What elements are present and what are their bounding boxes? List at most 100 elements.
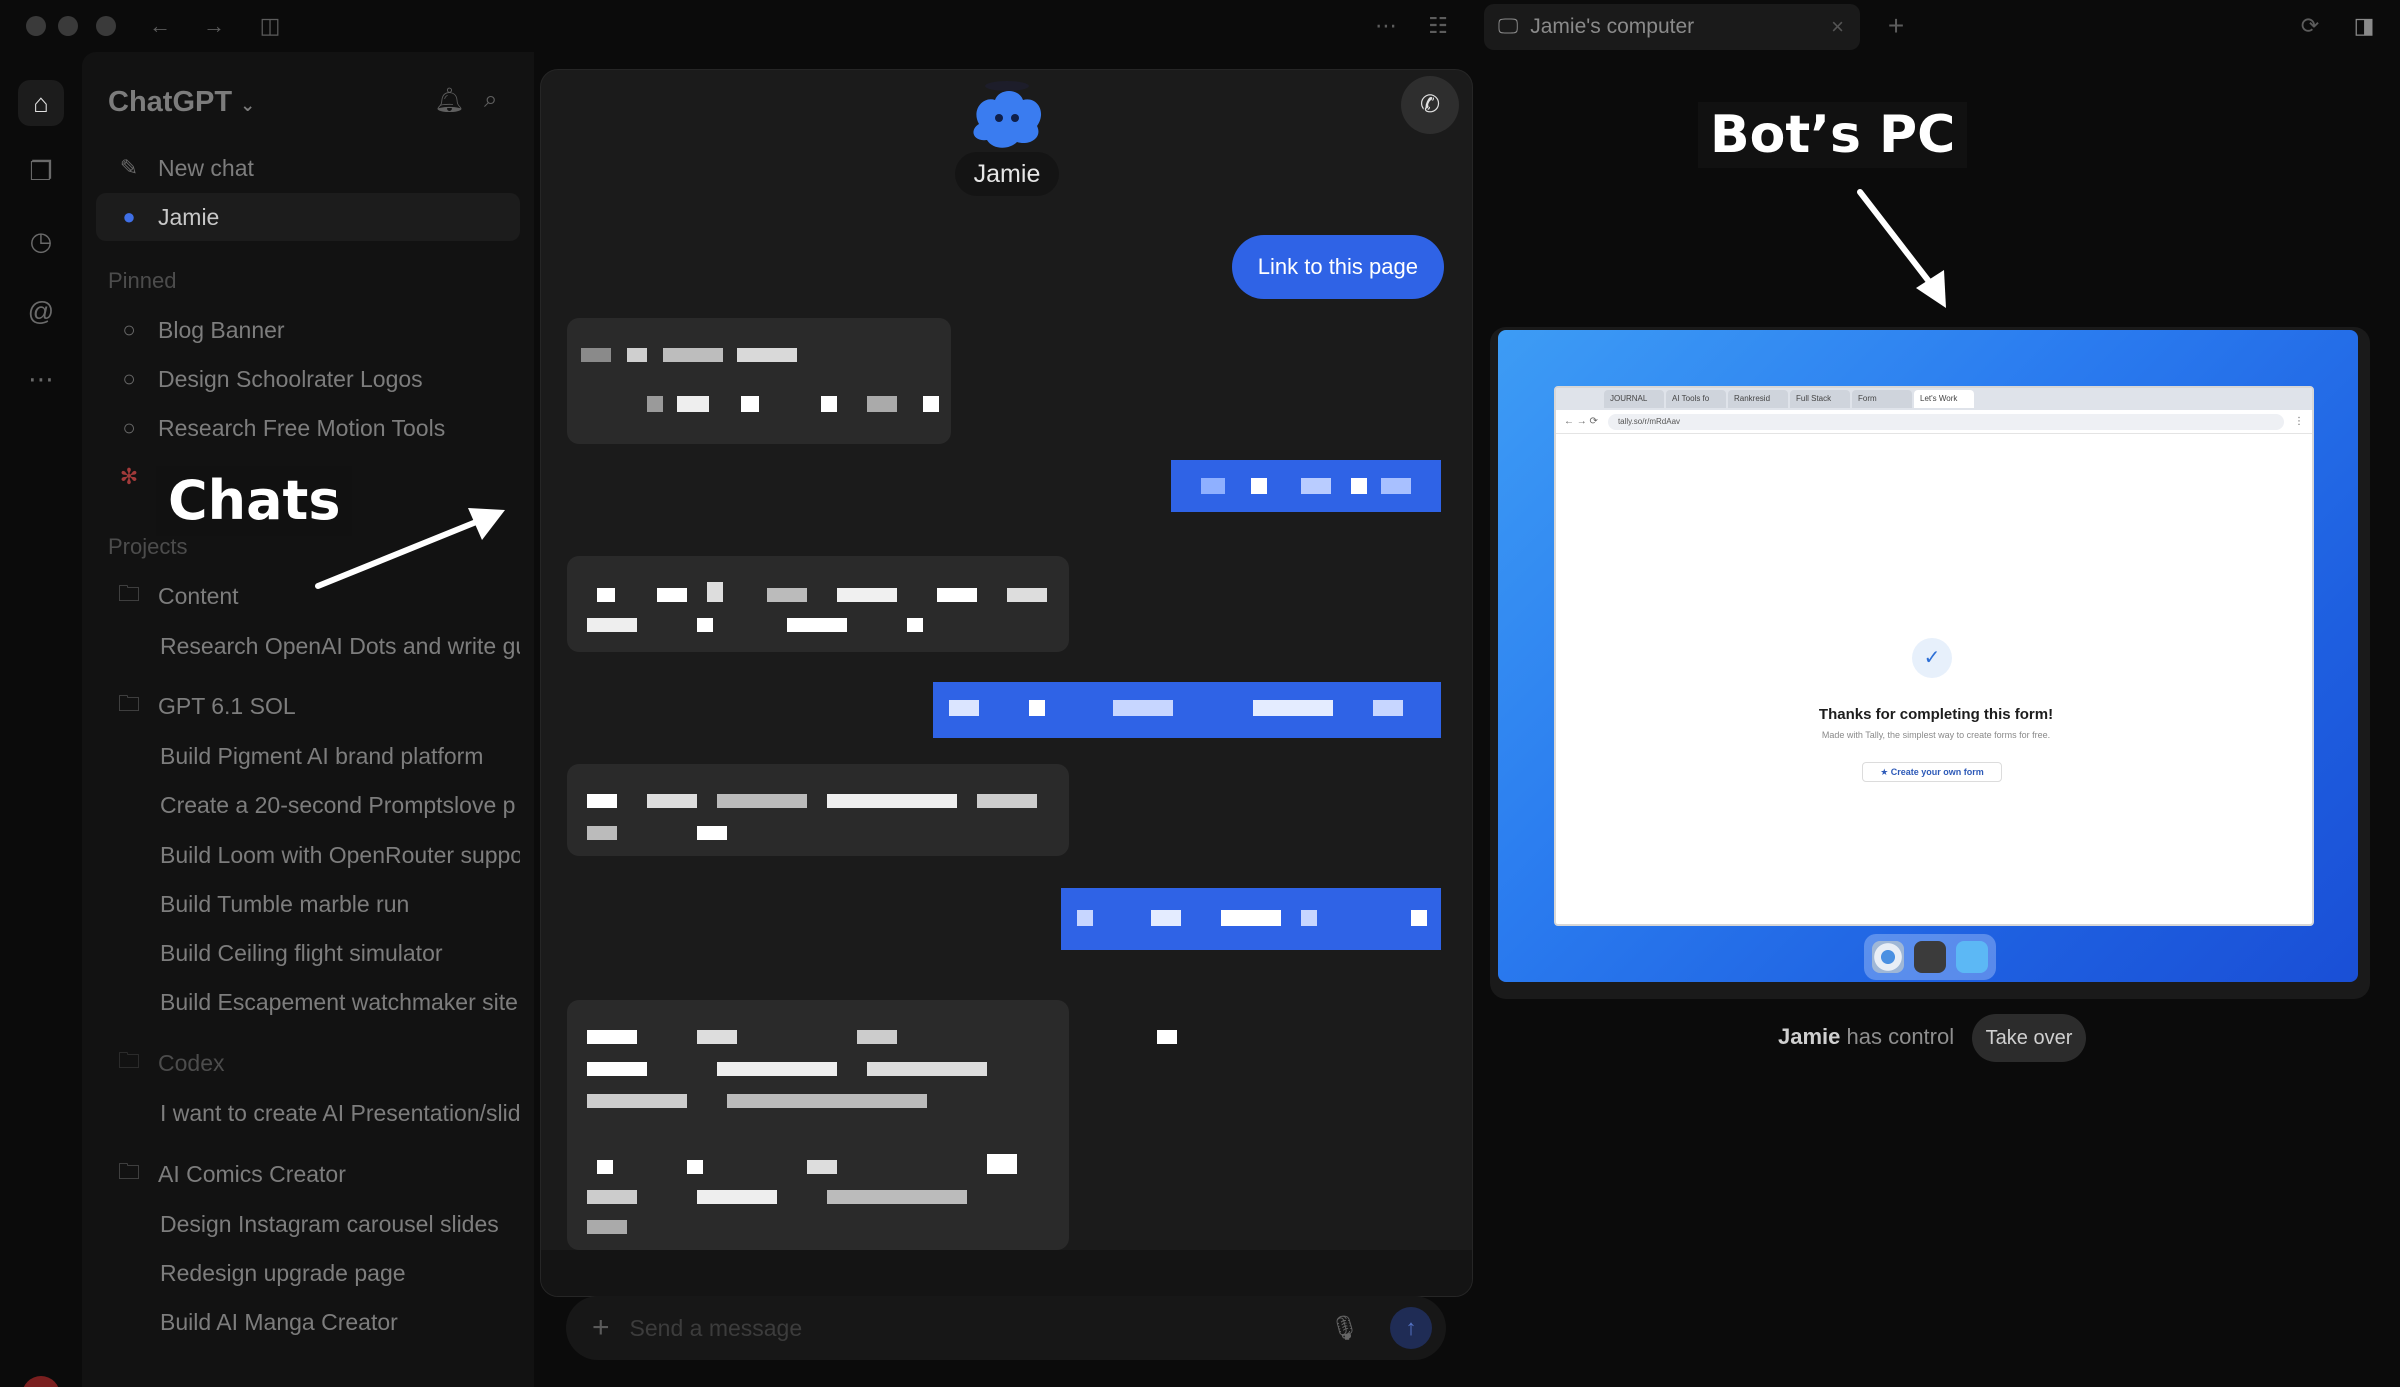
browser-address-bar: ← → ⟳ tally.so/r/mRdAav ⋮ [1556, 410, 2312, 434]
library-icon[interactable]: ❐ [18, 148, 64, 194]
project-chat-item[interactable]: Build Pigment AI brand platform [96, 732, 520, 780]
chat-label: Research OpenAI Dots and write gu [160, 632, 520, 659]
monitor-icon: 🖵 [1498, 15, 1519, 38]
chat-label: Create a 20-second Promptslove p [160, 791, 516, 818]
history-icon[interactable]: ◷ [18, 218, 64, 264]
browser-tab[interactable]: JOURNAL [1604, 390, 1664, 408]
folder-icon: 🗀 [117, 1048, 140, 1073]
pinned-item[interactable]: ○ Design Schoolrater Logos [96, 355, 520, 403]
chat-item-current[interactable]: ● Jamie [96, 193, 520, 241]
browser-tab-active[interactable]: Let's Work [1914, 390, 1974, 408]
folder-icon: 🗀 [117, 691, 140, 716]
message-input[interactable]: Send a message [630, 1315, 1330, 1342]
project-chat-item[interactable]: Build Ceiling flight simulator [96, 929, 520, 977]
project-chat-item[interactable]: Research OpenAI Dots and write gu [96, 622, 520, 670]
new-tab-icon[interactable]: + [1882, 12, 1910, 40]
pinned-item[interactable]: ○ Blog Banner [96, 306, 520, 354]
plus-icon[interactable]: + [592, 1311, 610, 1345]
refresh-icon[interactable]: ⟳ [2296, 12, 2324, 40]
chrome-icon[interactable] [1872, 941, 1904, 973]
project-chat-item[interactable]: Design Instagram carousel slides [96, 1200, 520, 1248]
pinned-item[interactable]: ○ Research Free Motion Tools [96, 404, 520, 452]
files-icon[interactable] [1956, 941, 1988, 973]
chat-label: Build Ceiling flight simulator [160, 939, 443, 966]
project-folder[interactable]: 🗀 GPT 6.1 SOL [96, 682, 520, 730]
user-avatar[interactable]: KW [22, 1376, 60, 1387]
pinned-label: Research Free Motion Tools [158, 414, 446, 441]
send-arrow-icon[interactable]: ↑ [1390, 1307, 1432, 1349]
control-name: Jamie [1778, 1024, 1841, 1049]
brand-menu[interactable]: ChatGPT ⌄ [108, 86, 255, 119]
message-input-bar[interactable]: + Send a message 🎙︎ ↑ [566, 1296, 1446, 1360]
close-tab-icon[interactable]: × [1831, 14, 1844, 40]
panel-toggle-icon[interactable]: ◨ [2350, 12, 2378, 40]
pinned-heading: Pinned [108, 268, 177, 293]
browser-tab-strip: JOURNAL AI Tools fo Rankresid Full Stack… [1556, 388, 2312, 410]
nav-arrows-icon[interactable]: ← → ⟳ [1564, 416, 1598, 427]
terminal-icon[interactable] [1914, 941, 1946, 973]
project-chat-item[interactable]: Create a 20-second Promptslove p [96, 781, 520, 829]
remote-desktop[interactable]: JOURNAL AI Tools fo Rankresid Full Stack… [1498, 330, 2358, 982]
url-field[interactable]: tally.so/r/mRdAav [1607, 413, 2284, 430]
redacted-bot-message [567, 556, 1069, 652]
chats-arrow-icon [315, 508, 505, 589]
app-window: ← → ◫ ⋯ ☷ 🖵 Jamie's computer × + ⟳ ◨ ⌂ ❐… [0, 0, 2400, 1387]
chat-label: Build AI Manga Creator [160, 1308, 398, 1335]
pc-arrow-icon [1857, 189, 1946, 308]
browser-tab[interactable]: Rankresid [1728, 390, 1788, 408]
remote-browser-window[interactable]: JOURNAL AI Tools fo Rankresid Full Stack… [1554, 386, 2314, 926]
title-bar: ← → ◫ ⋯ ☷ 🖵 Jamie's computer × + ⟳ ◨ [0, 0, 2400, 52]
project-chat-item[interactable]: Build Loom with OpenRouter suppo [96, 831, 520, 879]
search-icon[interactable]: ⌕ [484, 86, 497, 114]
redacted-user-message [1171, 460, 1441, 512]
chat-bubble-icon: ○ [122, 366, 136, 391]
redacted-user-message [933, 682, 1441, 738]
bot-name-badge: Jamie [955, 152, 1059, 196]
chat-panel: Jamie ✆ Link to this page [540, 69, 1473, 1297]
project-chat-item[interactable]: Redesign upgrade page [96, 1249, 520, 1297]
close-window-button[interactable] [26, 16, 46, 36]
home-icon[interactable]: ⌂ [18, 80, 64, 126]
browser-tab[interactable]: Full Stack [1790, 390, 1850, 408]
microphone-icon[interactable]: 🎙︎ [1330, 1314, 1360, 1343]
nav-rail: ⌂ ❐ ◷ @ ⋯ KW [0, 52, 82, 1387]
minimize-window-button[interactable] [58, 16, 78, 36]
zoom-window-button[interactable] [96, 16, 116, 36]
chevron-down-icon: ⌄ [240, 95, 256, 115]
bell-icon[interactable]: 🔔︎ [434, 86, 464, 115]
browser-menu-icon[interactable]: ⋮ [2294, 416, 2304, 427]
chat-label: Build Loom with OpenRouter suppo [160, 841, 520, 868]
redacted-bot-message [567, 1000, 1177, 1250]
take-over-button[interactable]: Take over [1972, 1014, 2086, 1062]
computer-tab[interactable]: 🖵 Jamie's computer × [1484, 4, 1860, 50]
computer-tab-title: Jamie's computer [1530, 15, 1695, 38]
checkmark-icon: ✓ [1912, 638, 1952, 678]
project-folder[interactable]: 🗀 Codex [96, 1039, 520, 1087]
remote-dock [1864, 934, 1996, 980]
control-status: Jamie has control [1778, 1024, 1954, 1050]
phone-icon[interactable]: ✆ [1401, 76, 1459, 134]
sidebar-toggle-icon[interactable]: ◫ [256, 12, 284, 40]
browser-tab[interactable]: Form [1852, 390, 1912, 408]
at-sign-icon[interactable]: @ [18, 288, 64, 334]
bot-avatar-icon: ● [122, 204, 136, 229]
new-chat-button[interactable]: ✎ New chat [96, 144, 520, 192]
project-chat-item[interactable]: I want to create AI Presentation/slid [96, 1089, 520, 1137]
project-chat-item[interactable]: Build Tumble marble run [96, 880, 520, 928]
chat-bubble-icon: ○ [122, 415, 136, 440]
list-view-icon[interactable]: ☷ [1424, 12, 1452, 40]
create-form-button[interactable]: ★ Create your own form [1862, 762, 2002, 782]
back-arrow-icon[interactable]: ← [146, 12, 174, 40]
sidebar: ChatGPT ⌄ 🔔︎ ⌕ ✎ New chat ● Jamie Pinned ○ B… [82, 52, 534, 1387]
forward-arrow-icon[interactable]: → [200, 12, 228, 40]
project-chat-item[interactable]: Build Escapement watchmaker site [96, 978, 520, 1026]
more-icon[interactable]: ⋯ [18, 356, 64, 402]
browser-tab[interactable]: AI Tools fo [1666, 390, 1726, 408]
pinned-label: Blog Banner [158, 316, 285, 343]
folder-icon: 🗀 [117, 581, 140, 606]
project-folder[interactable]: 🗀 AI Comics Creator [96, 1150, 520, 1198]
folder-icon: 🗀 [117, 1159, 140, 1184]
form-thanks-subtitle: Made with Tally, the simplest way to cre… [1821, 730, 2051, 740]
more-options-icon[interactable]: ⋯ [1372, 12, 1400, 40]
project-chat-item[interactable]: Build AI Manga Creator [96, 1298, 520, 1346]
